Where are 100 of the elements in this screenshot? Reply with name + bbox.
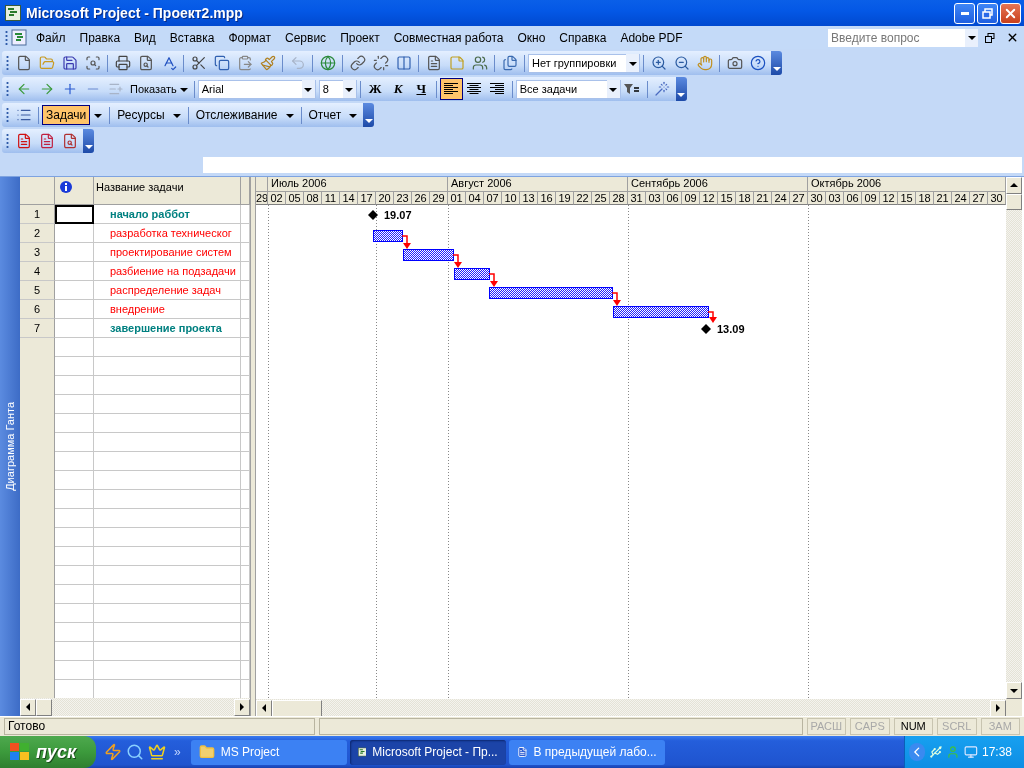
table-cell[interactable]: начало раббот — [94, 205, 241, 224]
close-document-icon[interactable] — [1006, 31, 1019, 44]
scissors-icon[interactable] — [190, 55, 207, 71]
font-dropdown[interactable]: Arial — [197, 79, 316, 99]
corner-cell[interactable] — [20, 177, 55, 205]
indicator-cell[interactable] — [55, 205, 94, 224]
scroll-down-button[interactable] — [1006, 682, 1022, 699]
underline-button[interactable]: Ч — [409, 78, 433, 100]
link-icon[interactable] — [349, 55, 366, 71]
taskbar-button[interactable]: В предыдущей лабо... — [508, 739, 665, 765]
pdf-review-icon[interactable] — [61, 133, 78, 149]
new-document-icon[interactable] — [15, 55, 32, 71]
table-cell[interactable]: разбиение на подзадачи — [94, 262, 241, 281]
documents-icon[interactable] — [501, 55, 518, 71]
scroll-thumb[interactable] — [272, 699, 322, 717]
table-cell[interactable]: внедрение — [94, 300, 241, 319]
document-icon[interactable] — [11, 28, 29, 47]
printer-icon[interactable] — [114, 55, 131, 71]
start-button[interactable]: пуск — [0, 736, 96, 768]
monitor-icon[interactable] — [964, 744, 978, 760]
paste-icon[interactable] — [236, 55, 253, 71]
scroll-left-button[interactable] — [20, 698, 36, 716]
guide-menu-button[interactable]: Отчет — [304, 105, 346, 125]
scroll-left-button[interactable] — [256, 699, 272, 717]
align-right-icon[interactable] — [490, 83, 505, 95]
show-hidden-icons-icon[interactable] — [909, 743, 925, 761]
task-bar[interactable] — [454, 268, 490, 280]
guide-menu-button[interactable]: Ресурсы — [113, 105, 169, 125]
scroll-up-button[interactable] — [1006, 177, 1022, 194]
table-cell[interactable]: распределение задач — [94, 281, 241, 300]
menu-item[interactable]: Справка — [552, 30, 614, 45]
paintbrush-icon[interactable] — [259, 55, 276, 71]
grouping-dropdown[interactable]: Нет группировки — [528, 53, 640, 73]
entry-field[interactable] — [203, 157, 1022, 173]
zoom-in-icon[interactable] — [650, 55, 667, 71]
copy-icon[interactable] — [213, 55, 230, 71]
close-button[interactable] — [1000, 2, 1021, 24]
scroll-thumb[interactable] — [1006, 194, 1022, 210]
document-search-icon[interactable] — [84, 55, 101, 71]
bold-button[interactable]: Ж — [363, 78, 387, 100]
help-icon[interactable] — [749, 55, 766, 71]
guide-menu-button[interactable]: Отслеживание — [191, 105, 282, 125]
help-question-field[interactable]: Введите вопрос — [828, 28, 978, 47]
row-number[interactable]: 7 — [20, 319, 55, 338]
menu-item[interactable]: Вид — [127, 30, 163, 45]
table-cell[interactable]: проектирование систем — [94, 243, 241, 262]
taskbar-button[interactable]: MS Project — [190, 739, 347, 765]
row-number[interactable]: 4 — [20, 262, 55, 281]
pdf-file-icon[interactable] — [15, 133, 32, 149]
usb-icon[interactable] — [928, 744, 943, 760]
pdf-file-icon[interactable] — [38, 133, 55, 149]
save-icon[interactable] — [61, 55, 78, 71]
menu-item[interactable]: Файл — [29, 30, 73, 45]
align-left-icon[interactable] — [444, 83, 459, 95]
task-bar[interactable] — [489, 287, 613, 299]
menu-item[interactable]: Окно — [510, 30, 553, 45]
task-bar[interactable] — [403, 249, 454, 261]
more-icons-button[interactable]: » — [174, 745, 181, 759]
show-button[interactable]: Показать — [127, 78, 191, 100]
minimize-button[interactable] — [954, 2, 975, 24]
task-bar[interactable] — [373, 230, 403, 242]
restore-document-icon[interactable] — [984, 32, 995, 43]
menu-item[interactable]: Совместная работа — [386, 30, 511, 45]
globe-icon[interactable] — [319, 55, 336, 71]
align-center-icon[interactable] — [467, 83, 482, 95]
row-number[interactable]: 5 — [20, 281, 55, 300]
menu-item[interactable]: Вставка — [162, 30, 222, 45]
task-bar[interactable] — [613, 306, 709, 318]
align-left-button[interactable] — [439, 78, 463, 100]
camera-icon[interactable] — [726, 55, 743, 71]
guide-menu-button[interactable]: Задачи — [42, 105, 91, 125]
people-icon[interactable] — [471, 55, 488, 71]
taskbar-button[interactable]: Microsoft Project - Пр... — [349, 739, 506, 765]
split-icon[interactable] — [395, 55, 412, 71]
autofilter-icon[interactable] — [624, 83, 641, 95]
menu-item[interactable]: Сервис — [278, 30, 334, 45]
table-cell[interactable]: разработка техническог — [94, 224, 241, 243]
menu-item[interactable]: Формат — [221, 30, 279, 45]
lightning-icon[interactable] — [104, 743, 122, 761]
wizard-wand-icon[interactable] — [654, 81, 671, 97]
zoom-out-icon[interactable] — [673, 55, 690, 71]
row-number[interactable]: 1 — [20, 205, 55, 224]
font-size-dropdown[interactable]: 8 — [318, 79, 357, 99]
menu-item[interactable]: Adobe PDF — [613, 30, 690, 45]
print-preview-icon[interactable] — [137, 55, 154, 71]
italic-button[interactable]: К — [386, 78, 410, 100]
filter-dropdown[interactable]: Все задачи — [515, 79, 621, 99]
crown-icon[interactable] — [148, 743, 166, 761]
menu-item[interactable]: Проект — [333, 30, 387, 45]
magnifier-icon[interactable] — [126, 743, 144, 761]
row-number[interactable]: 2 — [20, 224, 55, 243]
scroll-thumb[interactable] — [36, 698, 52, 716]
scroll-right-button[interactable] — [234, 698, 250, 716]
list-icon[interactable] — [15, 107, 32, 123]
menu-item[interactable]: Правка — [72, 30, 128, 45]
unlink-icon[interactable] — [372, 55, 389, 71]
task-info-icon[interactable] — [425, 55, 442, 71]
row-number[interactable]: 3 — [20, 243, 55, 262]
restore-button[interactable] — [977, 2, 998, 24]
row-number[interactable]: 6 — [20, 300, 55, 319]
